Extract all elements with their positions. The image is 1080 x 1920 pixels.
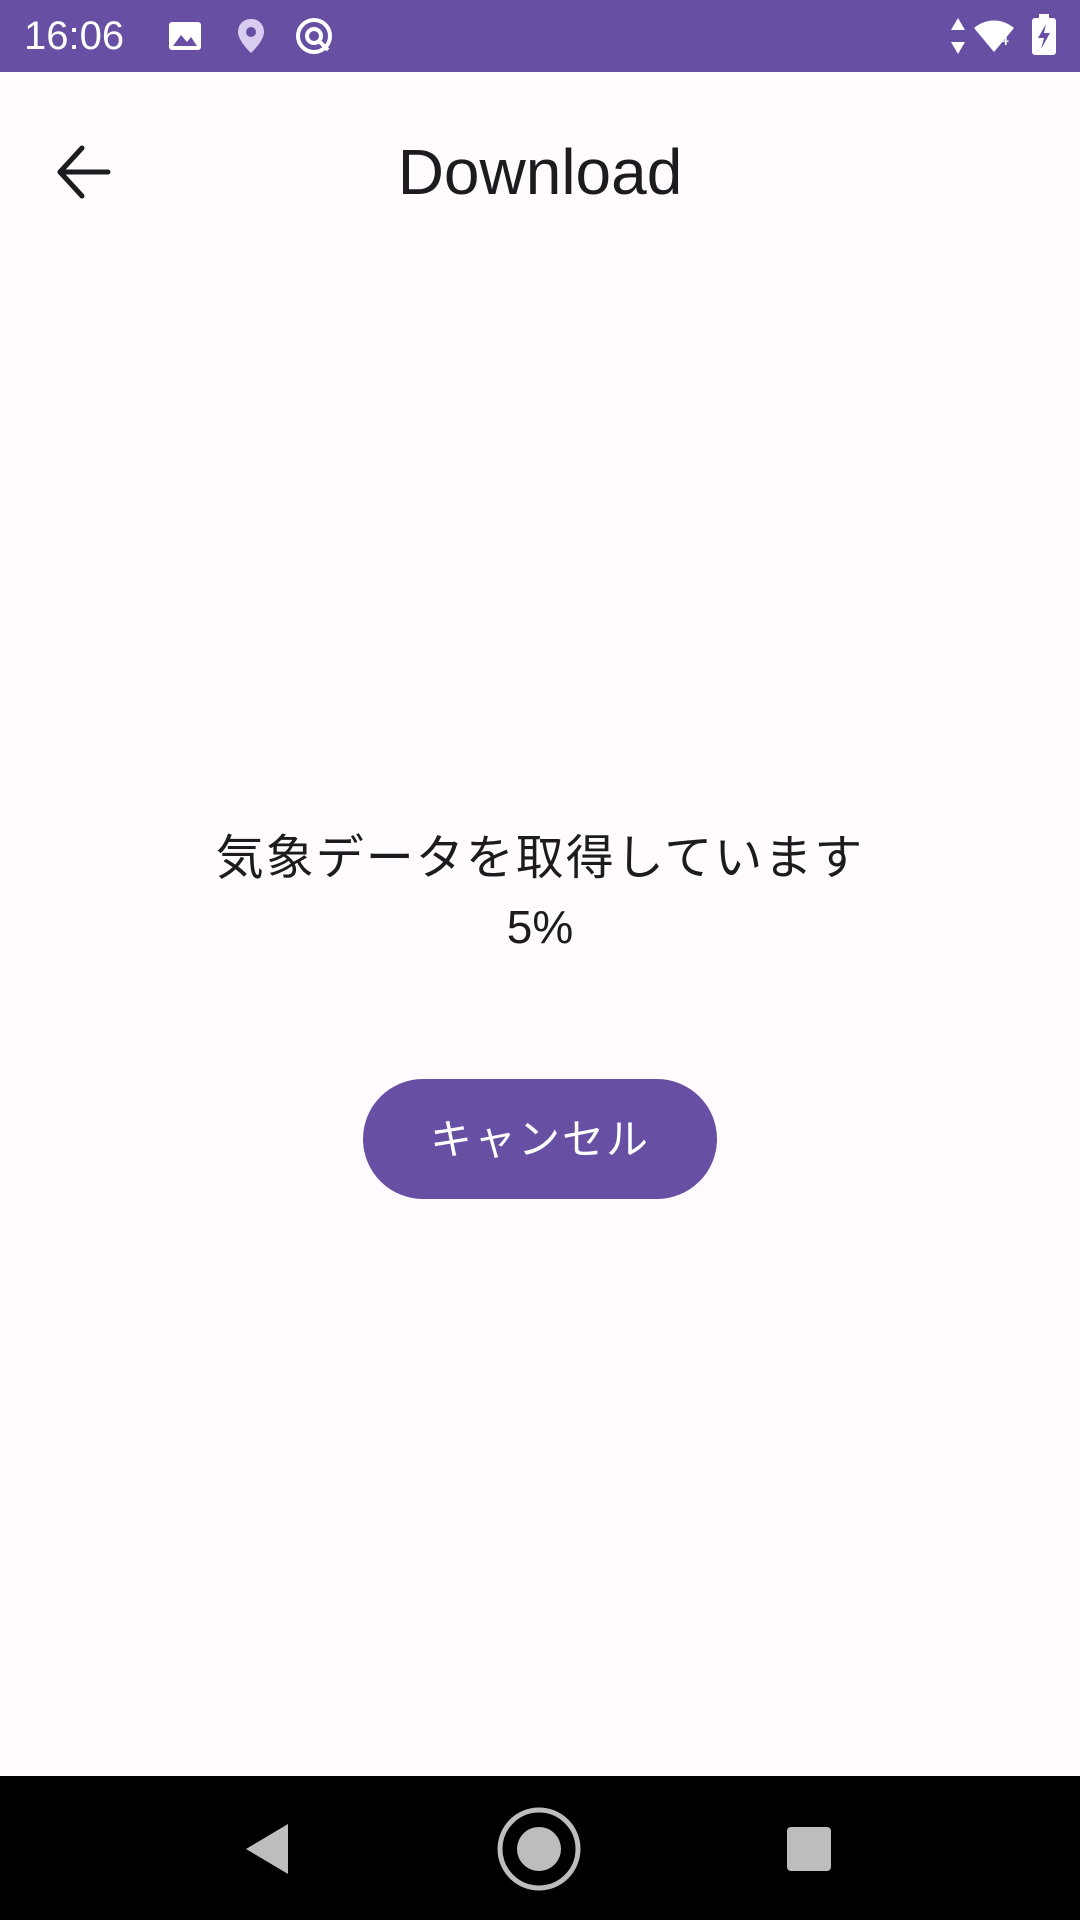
back-triangle-icon <box>246 1824 288 1874</box>
home-circle-icon <box>497 1807 581 1891</box>
progress-percent: 5% <box>506 901 574 953</box>
battery-charging-icon <box>1032 14 1056 55</box>
recents-square-icon <box>787 1827 831 1871</box>
progress-message: 気象データを取得しています <box>215 830 865 886</box>
wifi-icon <box>974 20 1014 52</box>
nav-home-button[interactable] <box>494 1804 584 1894</box>
page-title: Download <box>397 136 683 208</box>
location-pin-icon <box>238 19 264 53</box>
status-bar: 16:06 4 <box>0 0 1080 72</box>
status-time: 16:06 <box>24 14 125 58</box>
navigation-bar <box>0 1776 1080 1920</box>
top-app-bar: Download <box>0 72 1080 268</box>
at-sign-icon <box>296 18 332 54</box>
wifi-badge: 4 <box>998 28 1010 50</box>
nav-back-button[interactable] <box>224 1804 314 1894</box>
cancel-button[interactable]: キャンセル <box>363 1079 717 1199</box>
image-icon <box>169 22 201 50</box>
nav-recents-button[interactable] <box>764 1804 854 1894</box>
data-arrows-icon <box>951 18 965 54</box>
